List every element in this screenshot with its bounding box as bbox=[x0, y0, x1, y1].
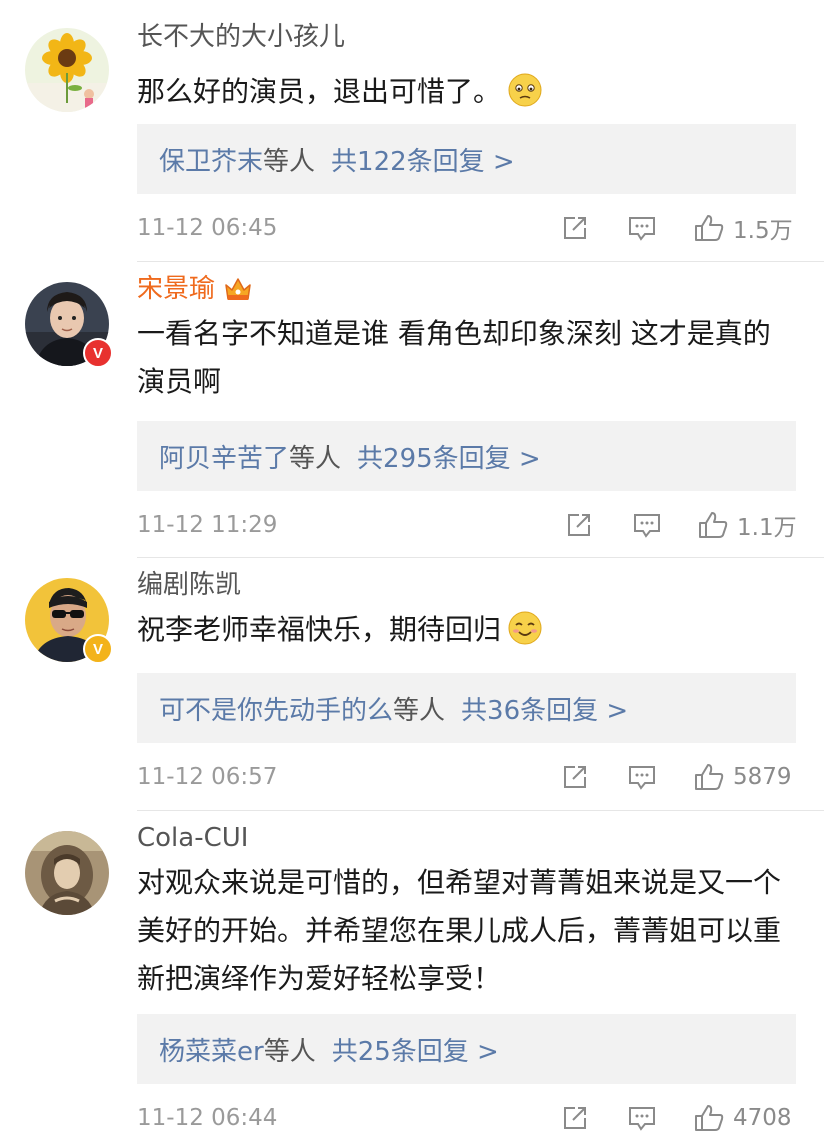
comment-text: 一看名字不知道是谁 看角色却印象深刻 这才是真的演员啊 bbox=[137, 317, 771, 398]
timestamp: 11-12 06:45 bbox=[137, 215, 278, 241]
comment-item: 长不大的大小孩儿 那么好的演员，退出可惜了。 保卫芥末 等人 共122条回复 >… bbox=[0, 0, 824, 262]
like-count: 1.1万 bbox=[737, 515, 797, 541]
comment-item: Cola-CUI 对观众来说是可惜的，但希望对菁菁姐来说是又一个美好的开始。并希… bbox=[0, 811, 824, 1142]
portrait-avatar-image bbox=[25, 831, 109, 915]
like-button[interactable]: 1.1万 bbox=[697, 508, 797, 542]
reply-names[interactable]: 杨菜菜er bbox=[159, 1031, 264, 1068]
like-button[interactable]: 4708 bbox=[693, 1101, 792, 1135]
like-icon bbox=[695, 1105, 724, 1131]
username[interactable]: Cola-CUI bbox=[137, 823, 797, 853]
share-button[interactable] bbox=[561, 760, 589, 794]
share-icon bbox=[568, 514, 590, 536]
share-button[interactable] bbox=[561, 1101, 589, 1135]
reply-count[interactable]: 共295条回复 > bbox=[357, 438, 541, 475]
sad-emoji-icon bbox=[508, 73, 542, 107]
timestamp: 11-12 11:29 bbox=[137, 512, 278, 538]
reply-sep: 等人 bbox=[263, 146, 316, 177]
avatar[interactable] bbox=[25, 831, 109, 915]
comment-icon bbox=[634, 514, 660, 538]
share-icon bbox=[564, 766, 586, 788]
timestamp: 11-12 06:44 bbox=[137, 1105, 278, 1131]
comment-text: 那么好的演员，退出可惜了。 bbox=[137, 68, 797, 116]
comment-button[interactable] bbox=[627, 1101, 657, 1135]
replies-summary[interactable]: 阿贝辛苦了 等人 共295条回复 > bbox=[137, 421, 796, 491]
share-icon bbox=[564, 1107, 586, 1129]
comment-text-content: 那么好的演员，退出可惜了。 bbox=[137, 75, 502, 108]
like-count: 5879 bbox=[733, 764, 792, 790]
reply-sep: 等人 bbox=[393, 695, 446, 726]
replies-summary[interactable]: 可不是你先动手的么 等人 共36条回复 > bbox=[137, 673, 796, 743]
comment-text: 祝李老师幸福快乐，期待回归 bbox=[137, 606, 797, 654]
reply-sep: 等人 bbox=[289, 443, 342, 474]
like-icon bbox=[695, 215, 724, 241]
comment-icon bbox=[629, 766, 655, 790]
comment-icon bbox=[629, 217, 655, 241]
reply-count[interactable]: 共36条回复 > bbox=[461, 690, 628, 727]
username[interactable]: 长不大的大小孩儿 bbox=[137, 22, 797, 52]
like-button[interactable]: 5879 bbox=[693, 760, 792, 794]
reply-sep: 等人 bbox=[263, 1036, 316, 1067]
replies-summary[interactable]: 杨菜菜er 等人 共25条回复 > bbox=[137, 1014, 796, 1084]
comment-text-content: 祝李老师幸福快乐，期待回归 bbox=[137, 613, 502, 646]
verified-badge: V bbox=[83, 338, 113, 368]
comment-button[interactable] bbox=[632, 508, 662, 542]
reply-names[interactable]: 保卫芥末 bbox=[159, 141, 263, 178]
comment-button[interactable] bbox=[627, 211, 657, 245]
smile-emoji-icon bbox=[508, 611, 542, 645]
replies-summary[interactable]: 保卫芥末 等人 共122条回复 > bbox=[137, 124, 796, 194]
like-icon bbox=[699, 512, 728, 538]
comment-icon bbox=[629, 1107, 655, 1131]
comment-button[interactable] bbox=[627, 760, 657, 794]
reply-count[interactable]: 共122条回复 > bbox=[331, 141, 515, 178]
username-text[interactable]: 宋景瑜 bbox=[137, 274, 215, 304]
share-button[interactable] bbox=[565, 508, 593, 542]
username[interactable]: 编剧陈凯 bbox=[137, 570, 797, 600]
avatar[interactable]: V bbox=[25, 578, 113, 664]
sunflower-avatar-image bbox=[25, 28, 109, 112]
share-button[interactable] bbox=[561, 211, 589, 245]
reply-names[interactable]: 可不是你先动手的么 bbox=[159, 690, 393, 727]
like-count: 4708 bbox=[733, 1105, 792, 1131]
comment-item: V 宋景瑜 一看名字不知道是谁 看角色却印象深刻 这才是真的演员啊 阿贝辛苦了 … bbox=[0, 262, 824, 558]
share-icon bbox=[564, 217, 586, 239]
like-button[interactable]: 1.5万 bbox=[693, 211, 793, 245]
avatar[interactable]: V bbox=[25, 282, 113, 368]
comment-text: 对观众来说是可惜的，但希望对菁菁姐来说是又一个美好的开始。并希望您在果儿成人后，… bbox=[137, 866, 782, 995]
reply-names[interactable]: 阿贝辛苦了 bbox=[159, 438, 289, 475]
verified-badge: V bbox=[83, 634, 113, 664]
like-icon bbox=[695, 764, 724, 790]
like-count: 1.5万 bbox=[733, 218, 793, 244]
reply-count[interactable]: 共25条回复 > bbox=[332, 1031, 499, 1068]
avatar[interactable] bbox=[25, 28, 109, 112]
comment-item: V 编剧陈凯 祝李老师幸福快乐，期待回归 可不是你先动手的么 等人 共36条回复… bbox=[0, 558, 824, 811]
timestamp: 11-12 06:57 bbox=[137, 764, 278, 790]
username[interactable]: 宋景瑜 bbox=[137, 274, 797, 304]
vip-crown-icon bbox=[225, 278, 251, 300]
